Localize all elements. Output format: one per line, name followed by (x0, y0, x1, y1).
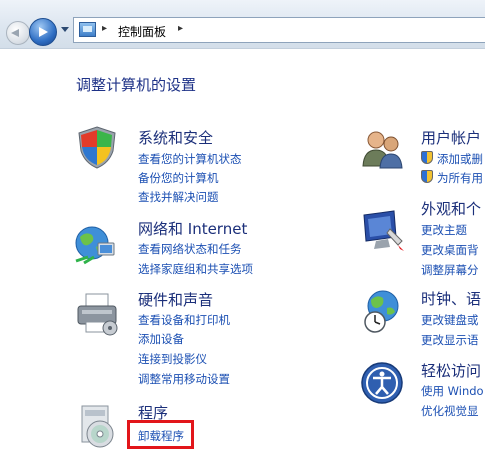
link-change-display-language[interactable]: 更改显示语 (421, 332, 479, 348)
link-adjust-resolution[interactable]: 调整屏幕分 (421, 262, 479, 278)
page-title: 调整计算机的设置 (76, 76, 197, 94)
ease-of-access-icon[interactable] (359, 360, 405, 406)
programs-disc-icon[interactable] (74, 402, 120, 448)
globe-network-icon[interactable] (72, 221, 118, 267)
uac-shield-icon (421, 151, 433, 164)
recent-pages-dropdown[interactable] (61, 27, 69, 32)
category-network-internet[interactable]: 网络和 Internet (138, 218, 247, 239)
link-change-theme[interactable]: 更改主题 (421, 222, 467, 238)
address-field[interactable]: ▸ 控制面板 ▸ (73, 17, 485, 43)
globe-clock-icon[interactable] (361, 288, 407, 334)
category-ease-of-access[interactable]: 轻松访问 (421, 360, 481, 381)
shield-icon[interactable] (74, 124, 120, 170)
link-add-remove-accounts[interactable]: 添加或删 (437, 151, 483, 167)
category-user-accounts[interactable]: 用户帐户 (421, 127, 481, 148)
back-button[interactable] (6, 21, 30, 45)
highlight-box (127, 420, 194, 449)
link-change-keyboard[interactable]: 更改键盘或 (421, 312, 479, 328)
monitor-paint-icon[interactable] (360, 207, 406, 253)
link-homegroup-sharing[interactable]: 选择家庭组和共享选项 (138, 261, 253, 277)
link-optimize-visual-display[interactable]: 优化视觉显 (421, 403, 479, 419)
link-change-desktop-background[interactable]: 更改桌面背 (421, 242, 479, 258)
uac-shield-icon (421, 170, 433, 183)
printer-icon[interactable] (74, 290, 120, 336)
category-clock-language-region[interactable]: 时钟、语 (421, 288, 481, 309)
link-connect-projector[interactable]: 连接到投影仪 (138, 351, 207, 367)
link-parental-controls[interactable]: 为所有用 (437, 170, 483, 186)
link-add-device[interactable]: 添加设备 (138, 331, 184, 347)
users-icon[interactable] (360, 126, 406, 172)
breadcrumb-separator-icon[interactable]: ▸ (178, 23, 183, 34)
link-devices-printers[interactable]: 查看设备和打印机 (138, 312, 230, 328)
address-toolbar: ▸ 控制面板 ▸ (0, 0, 485, 49)
breadcrumb-control-panel[interactable]: 控制面板 (118, 23, 166, 40)
breadcrumb-separator-icon[interactable]: ▸ (102, 23, 107, 34)
category-system-security[interactable]: 系统和安全 (138, 127, 213, 148)
forward-button[interactable] (29, 18, 57, 46)
link-troubleshoot[interactable]: 查找并解决问题 (138, 189, 219, 205)
control-panel-icon (79, 22, 96, 37)
category-appearance[interactable]: 外观和个 (421, 198, 481, 219)
link-view-network-status[interactable]: 查看网络状态和任务 (138, 241, 242, 257)
link-backup-computer[interactable]: 备份您的计算机 (138, 170, 219, 186)
link-view-computer-status[interactable]: 查看您的计算机状态 (138, 151, 242, 167)
category-hardware-sound[interactable]: 硬件和声音 (138, 289, 213, 310)
link-mobility-settings[interactable]: 调整常用移动设置 (138, 371, 230, 387)
link-windows-suggest-settings[interactable]: 使用 Windo (421, 383, 484, 399)
